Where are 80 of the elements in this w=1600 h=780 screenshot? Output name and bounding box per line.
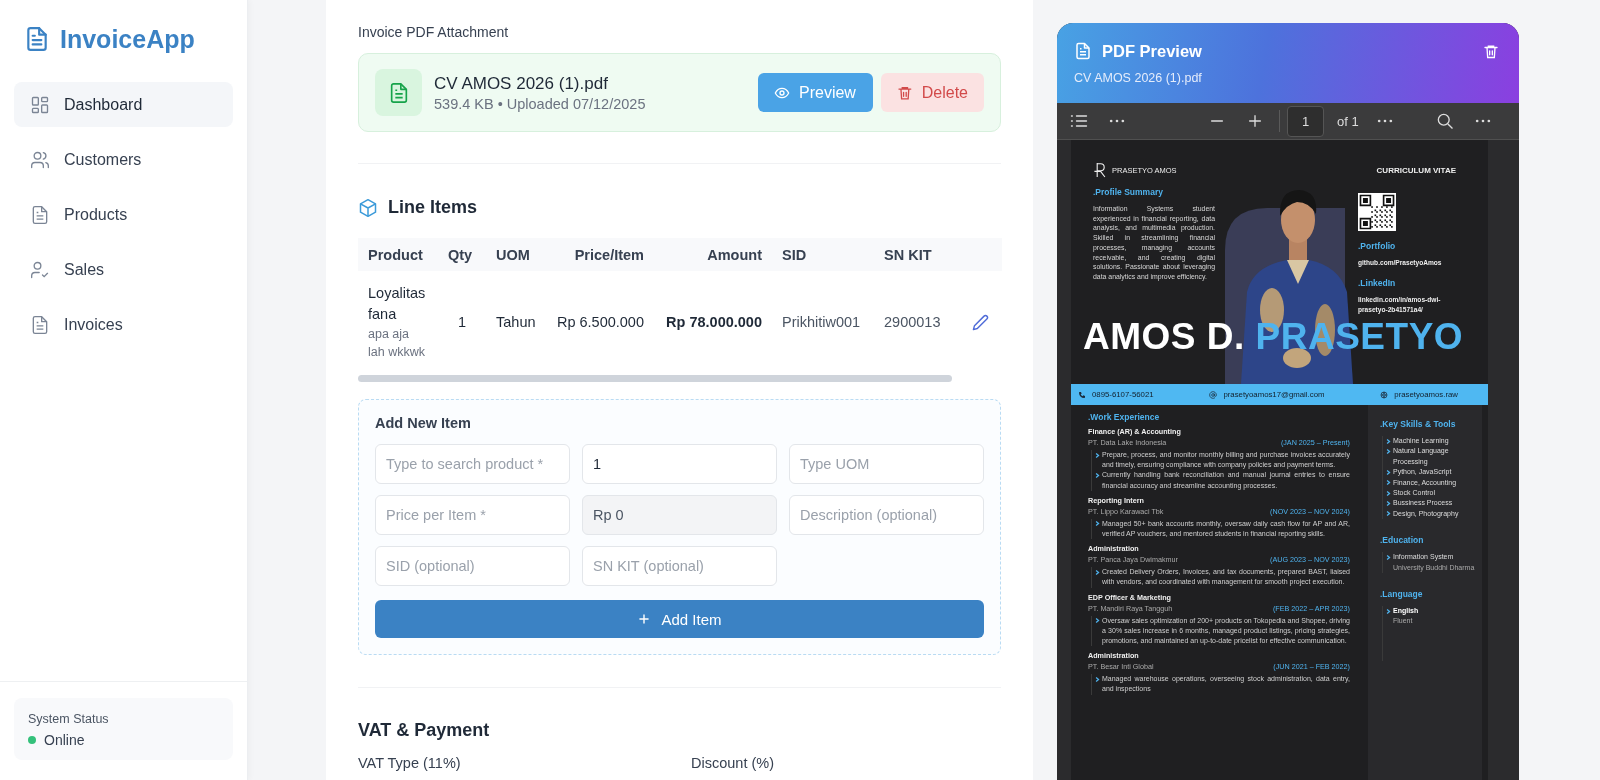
document-icon: [30, 314, 50, 335]
product-description: apa aja lah wkkwk: [368, 326, 426, 361]
section-title: .Language: [1380, 589, 1424, 600]
input-field[interactable]: SN KIT (optional): [582, 546, 777, 586]
trash-icon: [897, 84, 913, 101]
qr-code-icon: [1358, 193, 1396, 231]
file-name: CV AMOS 2026 (1).pdf: [434, 73, 609, 94]
table-cell: Rp 78.000.000: [666, 314, 762, 330]
add-item-button[interactable]: Add Item: [375, 600, 984, 638]
file-name: CV AMOS 2026 (1).pdf: [1074, 71, 1203, 85]
search-icon[interactable]: [1435, 111, 1455, 131]
table-cell: 1: [457, 314, 467, 330]
box-icon: [358, 197, 378, 218]
nav-item[interactable]: Dashboard: [14, 82, 233, 127]
section-title: .Education: [1380, 535, 1425, 546]
section-title: .Key Skills & Tools: [1380, 419, 1457, 429]
document-icon: [24, 25, 50, 53]
chevron-icon: [1094, 617, 1101, 625]
dashboard-icon: [30, 94, 50, 115]
input-field[interactable]: Type UOM: [789, 444, 984, 484]
table-cell: Tahun: [496, 314, 536, 330]
status-text: Online: [44, 732, 85, 748]
app-logo-text: InvoiceApp: [60, 24, 195, 54]
section-label: Invoice PDF Attachment: [358, 24, 510, 40]
section-title: .Portfolio: [1358, 241, 1397, 251]
chevron-icon: [1094, 471, 1101, 479]
input-field[interactable]: SID (optional): [375, 546, 570, 586]
at-sign-icon: [1209, 390, 1218, 399]
page-number-field[interactable]: 1: [1287, 105, 1324, 137]
delete-button[interactable]: Delete: [881, 73, 984, 112]
section-title: .Profile Summary: [1093, 187, 1164, 197]
phone-icon: [1078, 390, 1086, 399]
plus-icon: [637, 612, 652, 626]
panel-title: PDF Preview: [1102, 41, 1202, 61]
column-header: UOM: [496, 246, 530, 263]
field-label: Discount (%): [691, 755, 774, 771]
globe-icon: [1380, 390, 1389, 399]
document-heading: CURRICULUM VITAE: [1376, 165, 1456, 175]
user-check-icon: [30, 259, 50, 280]
file-icon: [375, 69, 422, 116]
section-title: VAT & Payment: [358, 720, 491, 741]
chevron-icon: [1385, 607, 1392, 615]
chevron-icon: [1094, 675, 1101, 683]
scrollbar[interactable]: [358, 375, 952, 382]
users-icon: [30, 149, 50, 170]
status-label: System Status: [28, 712, 110, 726]
table-cell: Rp 6.500.000: [556, 314, 644, 330]
name-text: AMOS D.: [1083, 316, 1245, 357]
input-field[interactable]: Description (optional): [789, 495, 984, 535]
file-meta: 539.4 KB • Uploaded 07/12/2025: [434, 95, 646, 112]
chevron-icon: [1094, 451, 1101, 459]
product-name: Loyalitas fana: [368, 284, 427, 324]
nav-item[interactable]: Products: [14, 192, 233, 237]
section-title: .LinkedIn: [1358, 278, 1397, 288]
page-count: of 1: [1337, 113, 1359, 129]
nav-item[interactable]: Customers: [14, 137, 233, 182]
chevron-icon: [1385, 553, 1392, 561]
table-cell: Prikhitiw001: [782, 314, 861, 330]
chevron-icon: [1094, 520, 1101, 528]
input-field[interactable]: 1: [582, 444, 777, 484]
nav-item[interactable]: Invoices: [14, 302, 233, 347]
edit-button[interactable]: [972, 313, 989, 331]
nav-item[interactable]: Sales: [14, 247, 233, 292]
table-cell: 2900013: [884, 314, 941, 330]
column-header: SID: [782, 246, 807, 263]
panel-title: Add New Item: [375, 415, 472, 431]
section-title: Line Items: [388, 197, 478, 218]
field-label: VAT Type (11%): [358, 755, 462, 771]
section-title: .Work Experience: [1088, 412, 1161, 422]
input-field[interactable]: Type to search product *: [375, 444, 570, 484]
column-header: Amount: [707, 246, 762, 263]
chevron-icon: [1094, 568, 1101, 576]
document-icon: [30, 204, 50, 225]
column-header: Product: [368, 246, 423, 263]
column-header: SN KIT: [884, 246, 932, 263]
column-header: Qty: [448, 246, 473, 263]
document-icon: [1074, 41, 1092, 61]
logo-icon: [1093, 161, 1107, 179]
column-header: Price/Item: [574, 246, 644, 263]
input-field[interactable]: Price per Item *: [375, 495, 570, 535]
